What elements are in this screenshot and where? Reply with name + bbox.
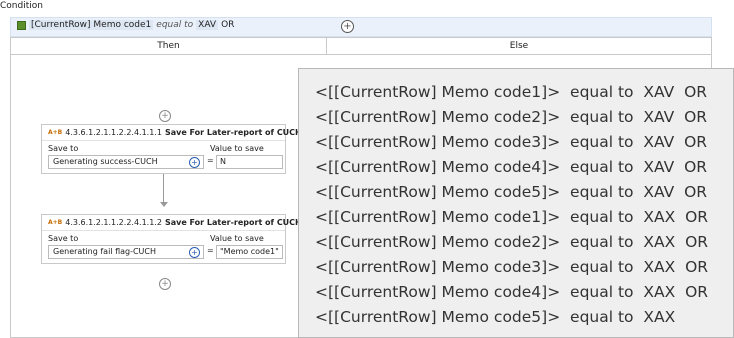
step-name: Save For Later-report of CUCH bbox=[164, 128, 302, 137]
branch-header-divider bbox=[11, 54, 711, 55]
save-to-value: Generating fail flag-CUCH bbox=[53, 247, 157, 256]
add-step-icon[interactable]: + bbox=[159, 110, 171, 122]
condition-icon bbox=[17, 20, 26, 30]
flow-arrow-icon bbox=[160, 202, 168, 207]
save-to-field[interactable]: Generating fail flag-CUCH + bbox=[48, 245, 204, 259]
equals-sign: = bbox=[207, 156, 214, 165]
value-to-save-field[interactable]: N bbox=[216, 155, 283, 169]
condition-field[interactable]: [CurrentRow] Memo code1 bbox=[29, 20, 154, 30]
tooltip-line: <[[CurrentRow] Memo code5]> equal to XAX bbox=[315, 308, 676, 326]
card-divider bbox=[42, 140, 285, 141]
tooltip-line: <[[CurrentRow] Memo code4]> equal to XAV… bbox=[315, 158, 708, 176]
condition-section-label: Condition bbox=[0, 1, 43, 11]
assign-icon: A+B bbox=[48, 129, 63, 136]
condition-connector[interactable]: OR bbox=[221, 20, 234, 30]
step-number: 4.3.6.1.2.1.1.2.2.4.1.1.1 bbox=[65, 128, 162, 137]
step-number: 4.3.6.1.2.1.1.2.2.4.1.1.2 bbox=[65, 218, 162, 227]
value-to-save-label: Value to save bbox=[210, 144, 264, 153]
add-variable-icon[interactable]: + bbox=[189, 247, 200, 258]
tooltip-line: <[[CurrentRow] Memo code3]> equal to XAV… bbox=[315, 133, 708, 151]
step-title: A+B 4.3.6.1.2.1.1.2.2.4.1.1.1 Save For L… bbox=[48, 128, 302, 137]
save-to-field[interactable]: Generating success-CUCH + bbox=[48, 155, 204, 169]
tooltip-line: <[[CurrentRow] Memo code5]> equal to XAV… bbox=[315, 183, 708, 201]
value-to-save-field[interactable]: "Memo code1" bbox=[216, 245, 283, 259]
save-to-label: Save to bbox=[48, 144, 79, 153]
flow-connector bbox=[163, 174, 164, 204]
equals-sign: = bbox=[207, 246, 214, 255]
step-name: Save For Later-report of CUCH bbox=[164, 218, 302, 227]
tooltip-line: <[[CurrentRow] Memo code2]> equal to XAX… bbox=[315, 233, 709, 251]
condition-tooltip: <[[CurrentRow] Memo code1]> equal to XAV… bbox=[298, 68, 734, 338]
tooltip-line: <[[CurrentRow] Memo code1]> equal to XAV… bbox=[315, 83, 708, 101]
save-step-card-1[interactable]: A+B 4.3.6.1.2.1.1.2.2.4.1.1.1 Save For L… bbox=[41, 124, 302, 174]
condition-expression: [CurrentRow] Memo code1 equal to XAV OR bbox=[17, 20, 234, 30]
tooltip-line: <[[CurrentRow] Memo code1]> equal to XAX… bbox=[315, 208, 709, 226]
condition-expression-bar[interactable]: [CurrentRow] Memo code1 equal to XAV OR … bbox=[10, 17, 712, 37]
add-step-icon[interactable]: + bbox=[159, 278, 171, 290]
then-branch-header: Then bbox=[157, 41, 180, 51]
step-title: A+B 4.3.6.1.2.1.1.2.2.4.1.1.2 Save For L… bbox=[48, 218, 302, 227]
tooltip-line: <[[CurrentRow] Memo code3]> equal to XAX… bbox=[315, 258, 709, 276]
condition-operator[interactable]: equal to bbox=[156, 20, 193, 30]
else-branch-header: Else bbox=[509, 41, 529, 51]
condition-value[interactable]: XAV bbox=[196, 20, 219, 30]
tooltip-line: <[[CurrentRow] Memo code2]> equal to XAV… bbox=[315, 108, 708, 126]
save-to-value: Generating success-CUCH bbox=[53, 157, 158, 166]
save-step-card-2[interactable]: A+B 4.3.6.1.2.1.1.2.2.4.1.1.2 Save For L… bbox=[41, 214, 302, 264]
save-to-label: Save to bbox=[48, 234, 79, 243]
assign-icon: A+B bbox=[48, 219, 63, 226]
tooltip-line: <[[CurrentRow] Memo code4]> equal to XAX… bbox=[315, 283, 709, 301]
add-variable-icon[interactable]: + bbox=[189, 157, 200, 168]
card-divider bbox=[42, 230, 285, 231]
add-condition-icon[interactable]: + bbox=[341, 20, 354, 33]
value-to-save-label: Value to save bbox=[210, 234, 264, 243]
